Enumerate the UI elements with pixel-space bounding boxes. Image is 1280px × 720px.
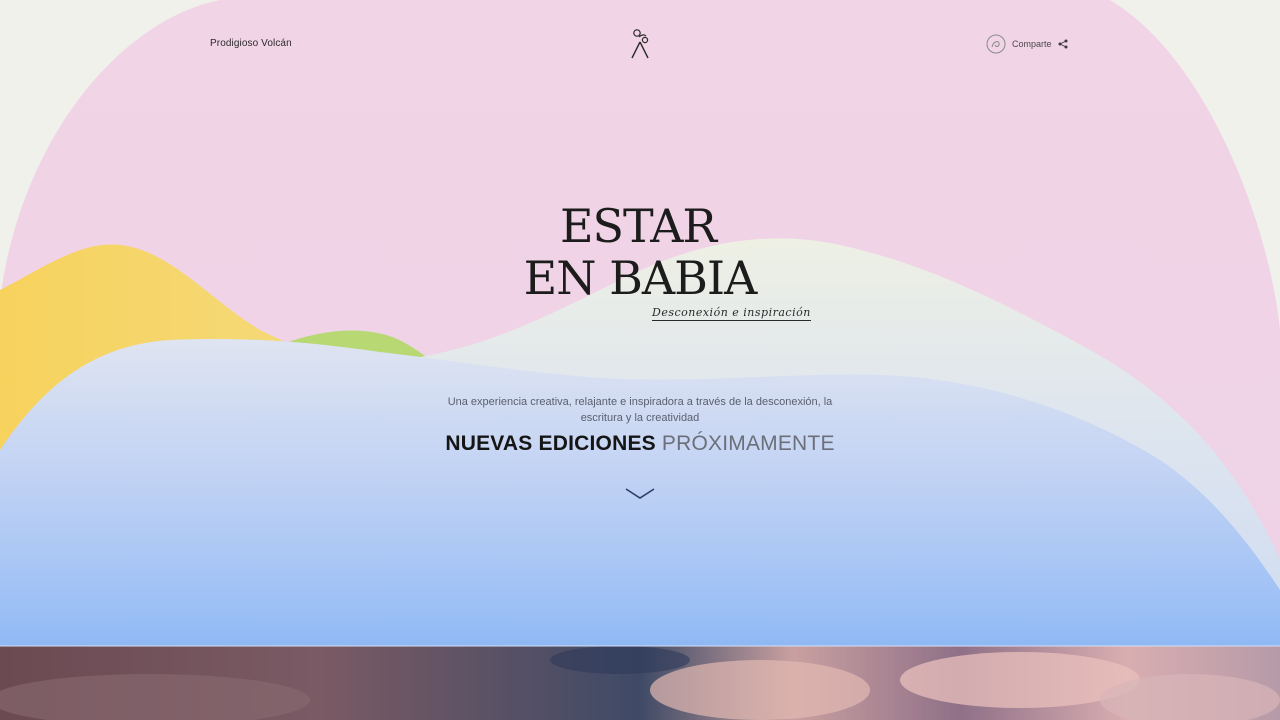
- sky-photo-strip: [0, 646, 1280, 720]
- hero-title-line1: ESTAR: [559, 199, 717, 253]
- editions-announcement: NUEVAS EDICIONES PRÓXIMAMENTE: [0, 432, 1280, 456]
- hero-title: ESTAR EN BABIA: [0, 200, 1280, 304]
- chevron-down-icon[interactable]: [624, 486, 656, 502]
- hero-tagline: Desconexión e inspiración: [652, 306, 811, 321]
- figure-logo-icon[interactable]: [626, 28, 654, 60]
- share-icon: [1058, 39, 1068, 49]
- share-button[interactable]: Comparte: [986, 34, 1068, 54]
- spiral-circle-icon: [986, 34, 1006, 54]
- brand-link[interactable]: Prodigioso Volcán: [210, 38, 292, 49]
- background-landscape: [0, 0, 1280, 720]
- top-bar: Prodigioso Volcán Comparte: [0, 0, 1280, 90]
- hero-title-line2: EN BABIA: [523, 251, 758, 305]
- share-label: Comparte: [1012, 39, 1052, 49]
- hero-description: Una experiencia creativa, relajante e in…: [447, 396, 833, 424]
- editions-bold-text: NUEVAS EDICIONES: [445, 432, 656, 455]
- editions-light-text: PRÓXIMAMENTE: [661, 432, 835, 455]
- page: Prodigioso Volcán Comparte ESTAR EN BABI: [0, 0, 1280, 720]
